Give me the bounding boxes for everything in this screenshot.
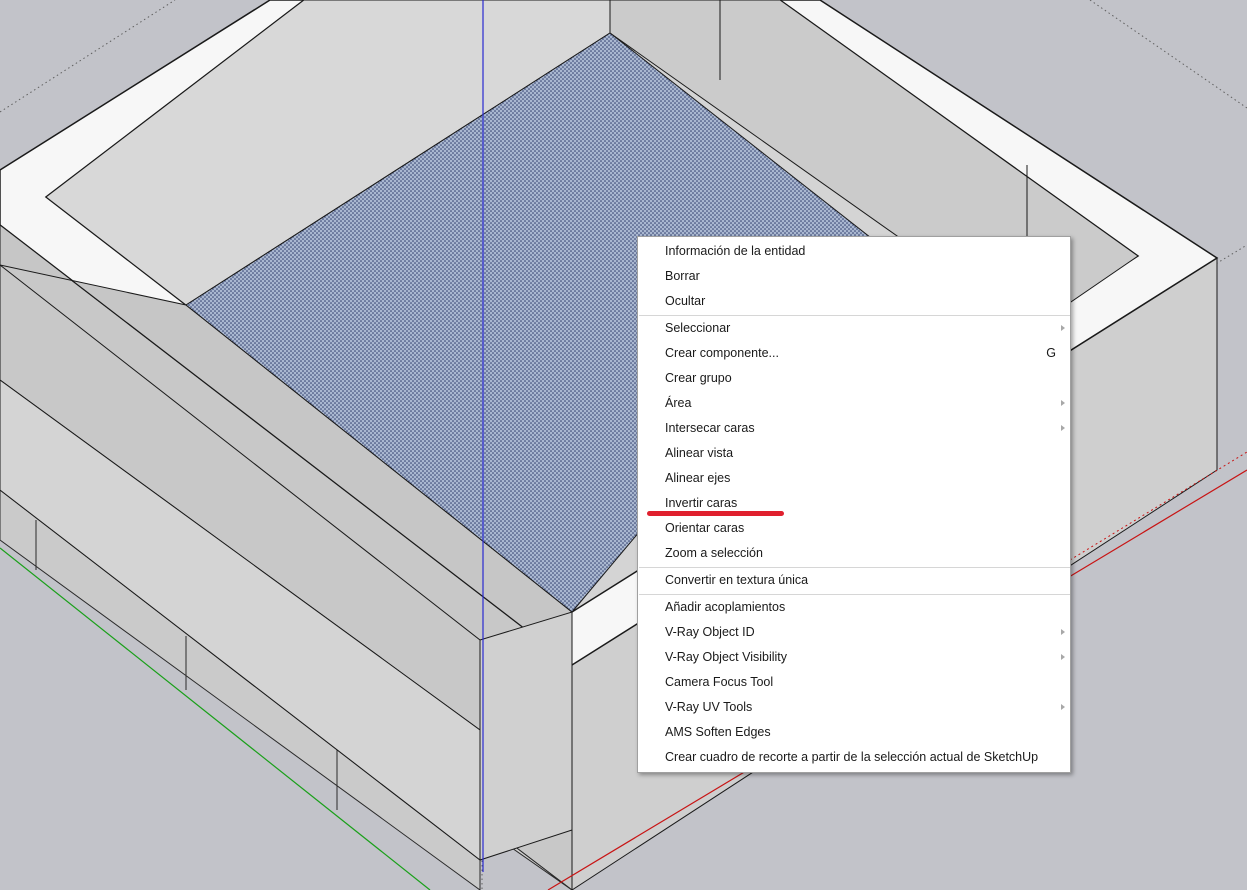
menu-item-label: Camera Focus Tool [665,675,774,689]
front-column [479,611,573,861]
menu-item-align-view[interactable]: Alinear vista [638,441,1070,466]
menu-item-label: Orientar caras [665,521,745,535]
menu-item-label: Borrar [665,269,700,283]
menu-item-vray-object-visibility[interactable]: V-Ray Object Visibility [638,645,1070,670]
menu-item-label: Crear grupo [665,371,732,385]
menu-item-label: Alinear ejes [665,471,731,485]
menu-item-vray-object-id[interactable]: V-Ray Object ID [638,620,1070,645]
submenu-arrow-icon [1061,704,1065,710]
submenu-arrow-icon [1061,425,1065,431]
menu-item-orient-faces[interactable]: Orientar caras [638,516,1070,541]
menu-item-create-clip-box[interactable]: Crear cuadro de recorte a partir de la s… [638,745,1070,770]
menu-item-label: Ocultar [665,294,706,308]
menu-item-intersect-faces[interactable]: Intersecar caras [638,416,1070,441]
menu-item-make-component[interactable]: Crear componente... G [638,341,1070,366]
menu-item-add-attachments[interactable]: Añadir acoplamientos [638,595,1070,620]
menu-item-ams-soften-edges[interactable]: AMS Soften Edges [638,720,1070,745]
menu-item-make-unique-texture[interactable]: Convertir en textura única [638,568,1070,593]
menu-item-label: Crear componente... [665,346,779,360]
menu-item-label: Seleccionar [665,321,731,335]
menu-item-label: Crear cuadro de recorte a partir de la s… [665,750,1039,764]
menu-item-select[interactable]: Seleccionar [638,316,1070,341]
menu-item-label: Información de la entidad [665,244,806,258]
submenu-arrow-icon [1061,400,1065,406]
menu-item-align-axes[interactable]: Alinear ejes [638,466,1070,491]
menu-item-hide[interactable]: Ocultar [638,289,1070,314]
menu-item-label: AMS Soften Edges [665,725,771,739]
menu-item-label: Área [665,396,692,410]
submenu-arrow-icon [1061,629,1065,635]
menu-item-camera-focus-tool[interactable]: Camera Focus Tool [638,670,1070,695]
context-menu: Información de la entidad Borrar Ocultar… [637,236,1071,773]
menu-item-label: V-Ray UV Tools [665,700,753,714]
menu-item-label: Intersecar caras [665,421,755,435]
menu-item-erase[interactable]: Borrar [638,264,1070,289]
submenu-arrow-icon [1061,325,1065,331]
menu-item-label: Zoom a selección [665,546,763,560]
menu-item-vray-uv-tools[interactable]: V-Ray UV Tools [638,695,1070,720]
menu-item-label: Convertir en textura única [665,573,809,587]
menu-item-label: V-Ray Object ID [665,625,755,639]
menu-item-label: Añadir acoplamientos [665,600,786,614]
menu-item-zoom-selection[interactable]: Zoom a selección [638,541,1070,566]
menu-item-label: V-Ray Object Visibility [665,650,788,664]
menu-item-label: Alinear vista [665,446,734,460]
submenu-arrow-icon [1061,654,1065,660]
menu-item-reverse-faces[interactable]: Invertir caras [638,491,1070,516]
menu-item-label: Invertir caras [665,496,738,510]
menu-item-entity-info[interactable]: Información de la entidad [638,239,1070,264]
menu-item-make-group[interactable]: Crear grupo [638,366,1070,391]
menu-item-shortcut: G [1046,346,1056,360]
menu-item-area[interactable]: Área [638,391,1070,416]
